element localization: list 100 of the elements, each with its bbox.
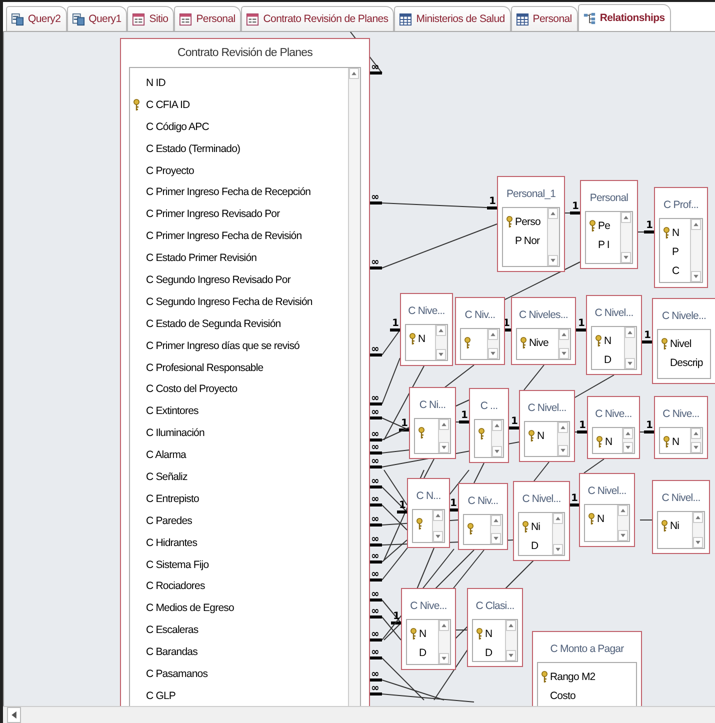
table-window[interactable]: C Nive... N: [654, 396, 708, 459]
scrollbar[interactable]: [690, 219, 702, 282]
table-window[interactable]: C Niv...: [458, 483, 508, 550]
scroll-up-icon[interactable]: [691, 428, 701, 439]
scroll-up-icon[interactable]: [621, 212, 631, 223]
scroll-up-icon[interactable]: [491, 515, 501, 526]
document-tab[interactable]: Query2: [6, 6, 67, 31]
horizontal-scrollbar[interactable]: [3, 706, 715, 723]
field-name[interactable]: Costo: [550, 690, 576, 702]
scroll-down-icon[interactable]: [433, 531, 443, 542]
document-tab[interactable]: Sitio: [127, 6, 174, 31]
scroll-down-icon[interactable]: [492, 446, 502, 457]
scrollbar[interactable]: [622, 428, 634, 453]
scroll-down-icon[interactable]: [693, 537, 703, 548]
table-window[interactable]: C Nivel... N: [579, 473, 635, 547]
field-name[interactable]: C Proyecto: [146, 164, 194, 176]
scroll-down-icon[interactable]: [558, 445, 568, 456]
scrollbar[interactable]: [435, 325, 447, 360]
field-name[interactable]: C Paredes: [146, 514, 192, 527]
field-name[interactable]: N: [485, 628, 492, 640]
scroll-up-icon[interactable]: [349, 68, 359, 79]
field-name[interactable]: Pe: [598, 220, 610, 232]
table-window[interactable]: C Nive... N D: [401, 588, 456, 670]
field-name[interactable]: C Barandas: [146, 646, 198, 658]
field-name[interactable]: Descrip: [670, 356, 703, 368]
scroll-down-icon[interactable]: [553, 544, 563, 555]
field-name[interactable]: D: [485, 646, 492, 658]
scroll-up-icon[interactable]: [548, 208, 558, 219]
scrollbar[interactable]: [690, 428, 702, 453]
scrollbar[interactable]: [558, 329, 570, 359]
scroll-down-icon[interactable]: [439, 442, 449, 453]
field-name[interactable]: Perso: [515, 216, 540, 228]
field-name[interactable]: C Sistema Fijo: [146, 558, 209, 571]
document-tab[interactable]: Personal: [174, 6, 242, 31]
scrollbar[interactable]: [505, 620, 517, 661]
scrollbar[interactable]: [432, 510, 444, 542]
field-name[interactable]: C Alarma: [146, 449, 186, 462]
scroll-down-icon[interactable]: [623, 442, 633, 453]
document-tab[interactable]: Contrato Revisión de Planes: [241, 6, 394, 31]
field-name[interactable]: N: [672, 436, 680, 448]
scrollbar[interactable]: [491, 420, 503, 457]
field-name[interactable]: C Entrepisto: [146, 492, 199, 505]
scroll-up-icon[interactable]: [433, 510, 443, 521]
table-window[interactable]: C Nivel... Ni D: [513, 481, 570, 561]
table-window[interactable]: C Niv...: [455, 297, 505, 365]
scroll-down-icon[interactable]: [436, 349, 446, 360]
field-name[interactable]: C Profesional Responsable: [146, 362, 264, 374]
field-name[interactable]: C Primer Ingreso Fecha de Recepción: [146, 186, 311, 198]
field-name[interactable]: C Segundo Ingreso Fecha de Revisión: [146, 296, 312, 308]
field-name[interactable]: C Medios de Egreso: [146, 602, 234, 614]
scrollbar[interactable]: [552, 513, 564, 555]
table-window[interactable]: Personal Pe P I: [580, 180, 638, 269]
scroll-down-icon[interactable]: [439, 653, 449, 664]
scroll-down-icon[interactable]: [491, 533, 501, 544]
document-tab[interactable]: Personal: [510, 6, 578, 31]
field-name[interactable]: P Nor: [515, 234, 540, 246]
scroll-up-icon[interactable]: [439, 620, 449, 631]
scroll-down-icon[interactable]: [506, 650, 516, 661]
field-name[interactable]: Nive: [529, 336, 548, 348]
scroll-up-icon[interactable]: [488, 329, 498, 340]
field-name[interactable]: P: [672, 246, 679, 258]
field-name[interactable]: C Iluminación: [146, 427, 204, 440]
scroll-up-icon[interactable]: [553, 513, 563, 524]
scrollbar[interactable]: [438, 620, 450, 664]
field-name[interactable]: C Primer Ingreso Fecha de Revisión: [146, 230, 302, 242]
scrollbar[interactable]: [490, 515, 502, 544]
field-name[interactable]: N: [537, 430, 544, 442]
field-name[interactable]: C Primer Ingreso días que se revisó: [146, 340, 300, 352]
field-name[interactable]: C Pasamanos: [146, 668, 208, 680]
scroll-up-icon[interactable]: [436, 325, 446, 336]
table-window[interactable]: C Nive... N: [587, 396, 640, 459]
table-window[interactable]: C Clasi... N D: [467, 588, 523, 667]
field-name[interactable]: Rango M2: [550, 670, 596, 682]
scroll-up-icon[interactable]: [618, 505, 628, 516]
table-window[interactable]: C Prof... N P C: [654, 187, 708, 288]
field-name[interactable]: D: [604, 354, 612, 366]
field-name[interactable]: C Estado (Terminado): [146, 142, 240, 155]
scroll-down-icon[interactable]: [548, 255, 558, 266]
field-name[interactable]: C GLP: [146, 690, 176, 702]
table-window[interactable]: C Nive... N: [400, 293, 453, 366]
table-window[interactable]: C ...: [469, 388, 509, 463]
field-name[interactable]: C Extintores: [146, 405, 198, 418]
scrollbar[interactable]: [348, 68, 360, 706]
document-tab[interactable]: Ministerios de Salud: [394, 6, 511, 31]
scroll-up-icon[interactable]: [492, 420, 502, 431]
field-name[interactable]: C Código APC: [146, 120, 209, 133]
scroll-left-icon[interactable]: [7, 707, 21, 723]
field-name[interactable]: N: [604, 334, 612, 346]
field-name[interactable]: N: [419, 628, 426, 640]
field-name[interactable]: C Estado Primer Revisión: [146, 252, 257, 264]
field-name[interactable]: D: [419, 646, 426, 658]
field-name[interactable]: C CFIA ID: [146, 98, 190, 111]
scroll-down-icon[interactable]: [621, 252, 631, 263]
scroll-down-icon[interactable]: [559, 348, 569, 359]
scrollbar[interactable]: [692, 512, 704, 548]
field-name[interactable]: C Rociadores: [146, 580, 205, 592]
scrollbar[interactable]: [624, 327, 636, 369]
scrollbar[interactable]: [487, 329, 499, 359]
field-name[interactable]: C Costo del Proyecto: [146, 383, 238, 396]
table-window[interactable]: C Ni...: [409, 387, 456, 459]
